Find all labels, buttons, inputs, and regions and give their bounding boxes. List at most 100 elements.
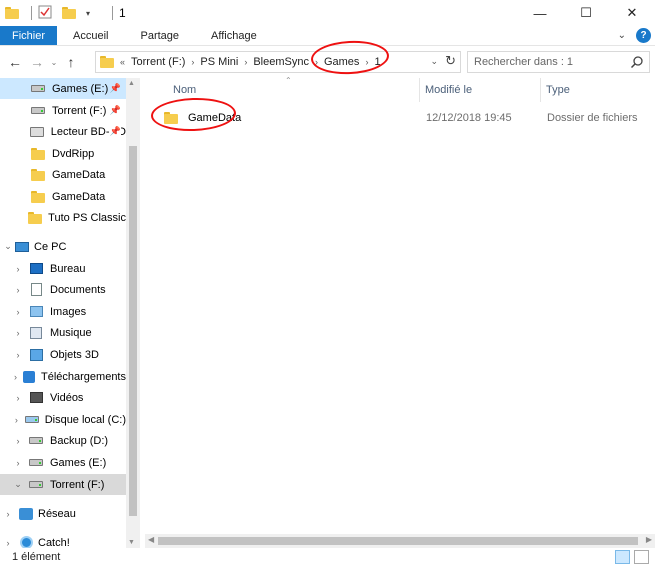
address-dropdown-icon[interactable]: ⌄ <box>430 56 438 67</box>
nav-item-ce-pc[interactable]: ⌄ Ce PC <box>0 236 126 257</box>
recent-locations-button[interactable]: ⌄ <box>48 51 60 73</box>
nav-item-label: Documents <box>50 283 106 296</box>
scroll-down-icon[interactable]: ▼ <box>128 539 135 546</box>
tab-affichage[interactable]: Affichage <box>195 26 273 45</box>
forward-button[interactable]: → <box>26 51 48 73</box>
nav-item-objets-3d[interactable]: › Objets 3D <box>0 344 126 365</box>
file-list: ⌃ Nom Modifié le Type GameData 12/12/201… <box>145 76 655 534</box>
nav-item-videos[interactable]: › Vidéos <box>0 387 126 408</box>
nav-item-label: Objets 3D <box>50 348 99 361</box>
tab-accueil[interactable]: Accueil <box>57 26 124 45</box>
minimize-button[interactable]: — <box>517 0 563 26</box>
breadcrumb-1[interactable]: 1 <box>374 56 380 68</box>
table-row[interactable]: GameData 12/12/2018 19:45 Dossier de fic… <box>150 108 655 128</box>
search-placeholder: Rechercher dans : 1 <box>474 56 574 68</box>
pin-icon[interactable]: 📌 <box>109 126 121 137</box>
breadcrumb-bleemsync[interactable]: BleemSync <box>253 56 309 68</box>
horizontal-scrollbar[interactable]: ◀ ▶ <box>145 534 655 548</box>
nav-item-label: Images <box>50 305 87 318</box>
nav-item-label: Bureau <box>50 262 86 275</box>
details-view-icon[interactable] <box>615 550 630 564</box>
column-header-modified[interactable]: Modifié le <box>425 78 472 102</box>
collapsed-chevron-icon[interactable]: › <box>12 285 24 295</box>
breadcrumb-separator[interactable]: › <box>365 57 368 67</box>
network-icon <box>18 507 34 521</box>
pin-icon[interactable]: 📌 <box>110 83 121 94</box>
collapsed-chevron-icon[interactable]: › <box>12 415 21 425</box>
maximize-button[interactable]: ☐ <box>563 0 609 26</box>
nav-item-reseau[interactable]: › Réseau <box>0 503 126 524</box>
collapsed-chevron-icon[interactable]: › <box>12 393 24 403</box>
nav-item-gamedata-2[interactable]: GameData <box>0 186 126 207</box>
expanded-chevron-icon[interactable]: ⌄ <box>2 241 14 252</box>
breadcrumb-torrent[interactable]: Torrent (F:) <box>131 56 185 68</box>
navigation-scrollbar[interactable]: ▲ ▼ <box>126 78 140 548</box>
nav-item-gamedata[interactable]: GameData <box>0 164 126 185</box>
nav-item-musique[interactable]: › Musique <box>0 322 126 343</box>
new-folder-icon[interactable] <box>62 5 78 21</box>
expand-ribbon-icon[interactable]: ⌄ <box>618 30 626 41</box>
nav-item-lecteur-bd[interactable]: Lecteur BD-RO 📌 <box>0 121 126 142</box>
column-divider[interactable] <box>540 78 541 102</box>
collapsed-chevron-icon[interactable]: › <box>2 509 14 519</box>
breadcrumb-ps-mini[interactable]: PS Mini <box>200 56 238 68</box>
nav-item-tuto-ps-classic[interactable]: Tuto PS Classic <box>0 207 126 228</box>
breadcrumb-separator[interactable]: › <box>244 57 247 67</box>
scrollbar-thumb[interactable] <box>129 146 137 516</box>
divider <box>112 6 113 20</box>
help-icon[interactable]: ? <box>636 28 651 43</box>
search-box[interactable]: Rechercher dans : 1 <box>467 51 650 73</box>
expanded-chevron-icon[interactable]: ⌄ <box>12 479 24 490</box>
collapsed-chevron-icon[interactable]: › <box>12 458 24 468</box>
file-name-cell[interactable]: GameData <box>164 112 241 124</box>
collapsed-chevron-icon[interactable]: › <box>12 328 24 338</box>
scrollbar-thumb[interactable] <box>158 537 638 545</box>
view-switcher <box>615 550 649 564</box>
collapsed-chevron-icon[interactable]: › <box>12 350 24 360</box>
nav-item-images[interactable]: › Images <box>0 301 126 322</box>
nav-item-telechargements[interactable]: › Téléchargements <box>0 366 126 387</box>
column-divider[interactable] <box>419 78 420 102</box>
nav-item-torrent-f[interactable]: Torrent (F:) 📌 <box>0 100 126 121</box>
nav-item-label: Catch! <box>38 536 70 549</box>
scroll-right-icon[interactable]: ▶ <box>646 535 652 544</box>
pin-icon[interactable]: 📌 <box>110 105 121 116</box>
back-button[interactable]: ← <box>4 51 26 73</box>
nav-item-torrent-f-pc[interactable]: ⌄ Torrent (F:) <box>0 474 126 495</box>
scroll-up-icon[interactable]: ▲ <box>128 80 135 87</box>
window-controls: — ☐ ✕ <box>517 0 655 26</box>
nav-item-games-e-pc[interactable]: › Games (E:) <box>0 452 126 473</box>
large-icons-view-icon[interactable] <box>634 550 649 564</box>
folder-icon <box>30 147 46 161</box>
tab-fichier[interactable]: Fichier <box>0 26 58 45</box>
customize-dropdown-icon[interactable]: ▾ <box>86 5 102 21</box>
nav-item-label: Disque local (C:) <box>44 413 126 426</box>
search-icon[interactable] <box>630 55 644 69</box>
nav-item-backup-d[interactable]: › Backup (D:) <box>0 430 126 451</box>
nav-item-games-e[interactable]: Games (E:) 📌 <box>0 78 126 99</box>
nav-item-documents[interactable]: › Documents <box>0 279 126 300</box>
column-header-name[interactable]: Nom <box>173 78 196 102</box>
up-button[interactable]: ↑ <box>60 51 82 73</box>
collapsed-chevron-icon[interactable]: › <box>12 264 24 274</box>
collapsed-chevron-icon[interactable]: › <box>12 307 24 317</box>
collapsed-chevron-icon[interactable]: › <box>12 436 24 446</box>
properties-icon[interactable] <box>38 5 54 21</box>
address-bar[interactable]: « Torrent (F:) › PS Mini › BleemSync › G… <box>95 51 461 73</box>
breadcrumb-separator[interactable]: › <box>191 57 194 67</box>
breadcrumb-games[interactable]: Games <box>324 56 359 68</box>
nav-item-dvdripp[interactable]: DvdRipp <box>0 143 126 164</box>
close-button[interactable]: ✕ <box>609 0 655 26</box>
nav-item-disque-local-c[interactable]: › Disque local (C:) <box>0 409 126 430</box>
scroll-left-icon[interactable]: ◀ <box>148 535 154 544</box>
nav-item-bureau[interactable]: › Bureau <box>0 258 126 279</box>
tab-partage[interactable]: Partage <box>124 26 195 45</box>
refresh-icon[interactable]: ↻ <box>445 53 456 69</box>
nav-item-label: Torrent (F:) <box>52 104 107 117</box>
column-header-type[interactable]: Type <box>546 78 570 102</box>
collapsed-chevron-icon[interactable]: › <box>12 372 19 382</box>
breadcrumb-separator[interactable]: › <box>315 57 318 67</box>
nav-item-catch[interactable]: › Catch! <box>0 532 126 548</box>
address-overflow[interactable]: « <box>120 57 125 67</box>
collapsed-chevron-icon[interactable]: › <box>2 538 14 548</box>
